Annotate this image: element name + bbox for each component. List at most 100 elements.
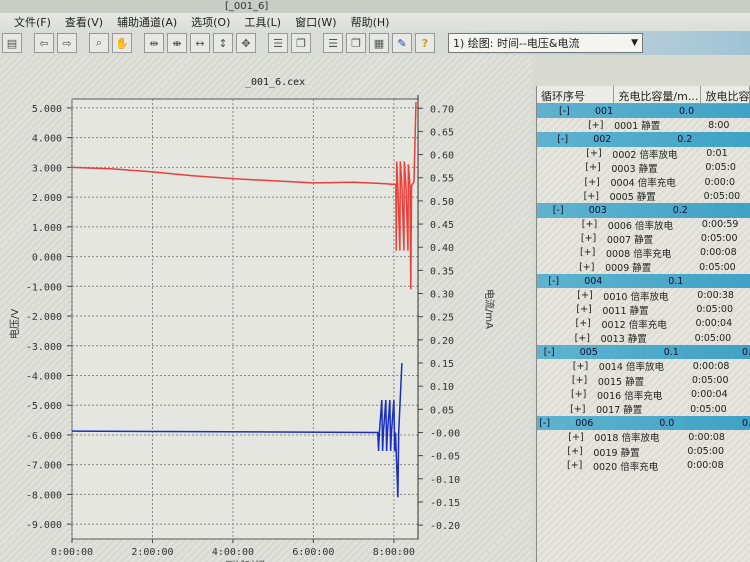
- voltage-current-chart[interactable]: 5.000 4.000 3.000 2.000 1.000 0.000 -1.000 -2.0…: [0, 55, 532, 562]
- expand-toggle[interactable]: [+]: [579, 262, 594, 273]
- copy-icon[interactable]: ❐: [291, 33, 311, 53]
- expand-toggle[interactable]: [+]: [572, 375, 587, 386]
- step-row[interactable]: [+] 0003 静置 0:05:0: [537, 161, 750, 175]
- menu-aux-channel[interactable]: 辅助通道(A): [117, 14, 177, 30]
- step-row[interactable]: [+] 0006 倍率放电 0:00:59: [537, 218, 750, 232]
- cycle-row[interactable]: [-] 003 0.2: [537, 203, 750, 218]
- y2-tick-label: 0.35: [430, 266, 454, 277]
- step-row[interactable]: [+] 0013 静置 0:05:00: [537, 331, 750, 346]
- fit-height-icon[interactable]: ↕: [213, 33, 233, 53]
- expand-toggle[interactable]: [+]: [577, 290, 592, 301]
- step-time: 0:05:00: [694, 332, 732, 344]
- y-axis-label: 电压/V: [8, 309, 21, 339]
- menu-tools[interactable]: 工具(L): [244, 14, 281, 30]
- step-row[interactable]: [+] 0001 静置 8:00: [537, 118, 750, 133]
- discharge-capacity: 0.3: [742, 417, 750, 429]
- open-icon[interactable]: ▤: [2, 33, 22, 53]
- fit-width-icon[interactable]: ↔: [190, 33, 210, 53]
- forward-arrow-icon[interactable]: ⇨: [57, 33, 77, 53]
- help-icon[interactable]: ?: [415, 33, 435, 53]
- expand-toggle[interactable]: [+]: [567, 446, 582, 457]
- header-charge-capacity[interactable]: 充电比容量/m...: [614, 86, 702, 103]
- expand-toggle[interactable]: [+]: [571, 389, 586, 400]
- collapse-toggle[interactable]: [-]: [553, 205, 564, 216]
- expand-toggle[interactable]: [+]: [570, 404, 585, 415]
- expand-toggle[interactable]: [+]: [584, 191, 599, 202]
- step-row[interactable]: [+] 0014 倍率放电 0:00:08: [537, 359, 750, 374]
- step-name: 0003 静置: [611, 163, 658, 175]
- cycle-row[interactable]: [-] 006 0.0 0.3: [537, 416, 750, 431]
- step-row[interactable]: [+] 0016 倍率充电 0:00:04: [537, 388, 750, 402]
- compress-horizontal-icon[interactable]: ⇼: [167, 33, 187, 53]
- expand-toggle[interactable]: [+]: [585, 177, 600, 188]
- cycle-row[interactable]: [-] 002 0.2: [537, 132, 750, 147]
- expand-toggle[interactable]: [+]: [576, 304, 591, 315]
- step-row[interactable]: [+] 0002 倍率放电 0:01: [537, 147, 750, 161]
- menu-help[interactable]: 帮助(H): [351, 14, 390, 30]
- header-cycle-no[interactable]: 循环序号: [537, 86, 615, 103]
- menu-view[interactable]: 查看(V): [65, 14, 103, 30]
- toolbar: ▤ ⇦ ⇨ ⌕ ✋ ⇹ ⇼ ↔ ↕ ✥ ☰ ❐ ☰ ❐ ▦ ✎ ? 1) 绘图:…: [0, 31, 750, 55]
- step-name: 0015 静置: [597, 376, 645, 388]
- expand-toggle[interactable]: [+]: [582, 219, 597, 230]
- collapse-toggle[interactable]: [-]: [539, 418, 550, 429]
- menu-file[interactable]: 文件(F): [14, 14, 51, 30]
- step-row[interactable]: [+] 0012 倍率充电 0:00:04: [537, 317, 750, 331]
- plot-select[interactable]: 1) 绘图: 时间--电压&电流 ▼: [448, 33, 643, 53]
- expand-toggle[interactable]: [+]: [585, 162, 600, 173]
- step-name: 0020 倍率充电: [593, 461, 659, 473]
- step-time: 0:00:08: [692, 360, 730, 372]
- header-discharge-capacity[interactable]: 放电比容: [701, 86, 750, 103]
- expand-horizontal-icon[interactable]: ⇹: [144, 33, 164, 53]
- step-row[interactable]: [+] 0010 倍率放电 0:00:38: [537, 288, 750, 303]
- y-tick-label: -7.000: [26, 461, 62, 472]
- plot-select-value: 1) 绘图: 时间--电压&电流: [453, 37, 580, 50]
- expand-toggle[interactable]: [+]: [588, 120, 603, 131]
- cycle-row[interactable]: [-] 001 0.0: [537, 104, 750, 119]
- charge-capacity: 0.2: [677, 133, 693, 145]
- menu-window[interactable]: 窗口(W): [295, 14, 336, 30]
- grid-icon[interactable]: ▦: [369, 33, 389, 53]
- cycle-row[interactable]: [-] 004 0.1: [537, 274, 750, 289]
- expand-toggle[interactable]: [+]: [576, 318, 591, 329]
- y2-tick-label: 0.65: [430, 127, 454, 138]
- collapse-toggle[interactable]: [-]: [544, 347, 555, 358]
- expand-toggle[interactable]: [+]: [575, 333, 590, 344]
- cycle-row[interactable]: [-] 005 0.1 0.: [537, 345, 750, 360]
- expand-toggle[interactable]: [+]: [586, 148, 601, 159]
- y2-tick-label: 0.20: [430, 336, 454, 347]
- expand-toggle[interactable]: [+]: [568, 432, 583, 443]
- step-row[interactable]: [+] 0015 静置 0:05:00: [537, 374, 750, 388]
- step-name: 0004 倍率充电: [610, 178, 676, 190]
- step-row[interactable]: [+] 0009 静置 0:05:00: [537, 260, 750, 275]
- step-row[interactable]: [+] 0020 倍率充电 0:00:08: [537, 459, 750, 473]
- y-tick-label: -1.000: [26, 282, 62, 293]
- pan-hand-icon[interactable]: ✋: [112, 33, 132, 53]
- menu-options[interactable]: 选项(O): [191, 14, 230, 30]
- collapse-toggle[interactable]: [-]: [557, 134, 568, 145]
- cycle-tree[interactable]: 循环序号 充电比容量/m... 放电比容 [-] 001 0.0 [+] 000…: [536, 86, 750, 562]
- step-row[interactable]: [+] 0008 倍率充电 0:00:08: [537, 246, 750, 260]
- fit-all-icon[interactable]: ✥: [236, 33, 256, 53]
- expand-toggle[interactable]: [+]: [580, 247, 595, 258]
- collapse-toggle[interactable]: [-]: [548, 276, 559, 287]
- step-row[interactable]: [+] 0017 静置 0:05:00: [537, 402, 750, 417]
- step-row[interactable]: [+] 0011 静置 0:05:00: [537, 303, 750, 317]
- step-time: 0:00:08: [700, 247, 737, 259]
- copy-alt-icon[interactable]: ❐: [346, 33, 366, 53]
- step-row[interactable]: [+] 0019 静置 0:05:00: [537, 445, 750, 459]
- tree-rows: [-] 001 0.0 [+] 0001 静置 8:00 [-] 002 0.2 …: [537, 104, 750, 473]
- expand-toggle[interactable]: [+]: [573, 361, 588, 372]
- step-row[interactable]: [+] 0005 静置 0:05:00: [537, 189, 750, 204]
- edit-pen-icon[interactable]: ✎: [392, 33, 412, 53]
- collapse-toggle[interactable]: [-]: [559, 106, 570, 117]
- step-row[interactable]: [+] 0018 倍率放电 0:00:08: [537, 430, 750, 445]
- back-arrow-icon[interactable]: ⇦: [34, 33, 54, 53]
- expand-toggle[interactable]: [+]: [567, 460, 582, 471]
- step-row[interactable]: [+] 0004 倍率充电 0:00:0: [537, 175, 750, 190]
- zoom-icon[interactable]: ⌕: [89, 33, 109, 53]
- step-row[interactable]: [+] 0007 静置 0:05:00: [537, 232, 750, 246]
- expand-toggle[interactable]: [+]: [581, 233, 596, 244]
- list-icon[interactable]: ☰: [268, 33, 288, 53]
- list-alt-icon[interactable]: ☰: [323, 33, 343, 53]
